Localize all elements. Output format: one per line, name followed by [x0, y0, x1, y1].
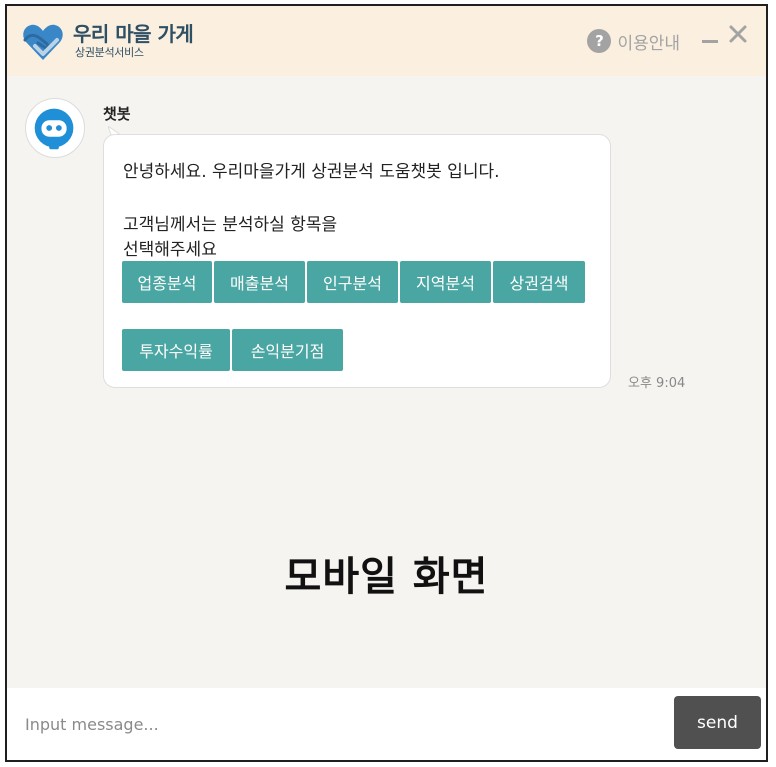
bot-name: 챗봇 — [103, 105, 131, 123]
option-break-even-button[interactable]: 손익분기점 — [232, 329, 343, 371]
help-link[interactable]: ? 이용안내 — [587, 28, 680, 54]
option-district-search-button[interactable]: 상권검색 — [493, 261, 585, 303]
mobile-screen-label: 모바일 화면 — [284, 554, 489, 600]
message-input[interactable] — [23, 708, 667, 740]
message-timestamp: 오후 9:04 — [628, 376, 686, 391]
brand-title: 우리 마을 가게 — [73, 22, 194, 46]
message-line: 안녕하세요. 우리마을가게 상권분석 도움챗봇 입니다. — [123, 162, 500, 182]
option-industry-analysis-button[interactable]: 업종분석 — [122, 261, 212, 303]
option-sales-analysis-button[interactable]: 매출분석 — [214, 261, 305, 303]
help-label[interactable]: 이용안내 — [617, 29, 680, 54]
close-icon[interactable] — [726, 22, 750, 46]
heart-handshake-logo-icon — [23, 24, 63, 61]
chat-header: 우리 마을 가게 상권분석서비스 ? 이용안내 — [7, 6, 766, 76]
minimize-icon[interactable] — [702, 40, 718, 43]
option-population-analysis-button[interactable]: 인구분석 — [307, 261, 398, 303]
send-button[interactable]: send — [674, 696, 761, 749]
message-line: 선택해주세요 — [123, 240, 217, 260]
message-line: 고객님께서는 분석하실 항목을 — [123, 215, 338, 235]
robot-icon — [34, 108, 74, 150]
message-composer: send — [7, 688, 766, 760]
bot-avatar — [25, 98, 85, 158]
brand-subtitle: 상권분석서비스 — [75, 46, 144, 59]
option-region-analysis-button[interactable]: 지역분석 — [400, 261, 491, 303]
question-icon[interactable]: ? — [587, 29, 612, 53]
chat-window: 우리 마을 가게 상권분석서비스 ? 이용안내 챗봇 안녕하세요. 우리마을가게… — [5, 4, 768, 762]
option-roi-button[interactable]: 투자수익률 — [122, 329, 230, 371]
